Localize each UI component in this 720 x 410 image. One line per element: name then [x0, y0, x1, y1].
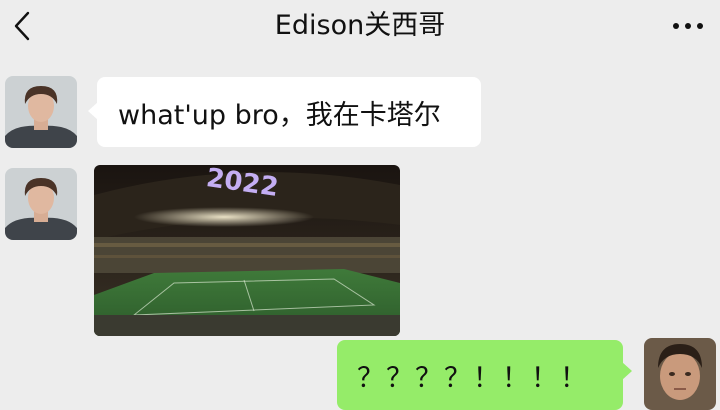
contact-avatar-image: [5, 168, 77, 240]
contact-avatar-image: [5, 76, 77, 148]
more-button[interactable]: [670, 12, 706, 40]
message-text: ？？？？！！！！: [357, 362, 589, 394]
bubble-tail: [88, 102, 98, 120]
chat-header: Edison关西哥: [0, 0, 720, 58]
chat-title: Edison关西哥: [274, 10, 446, 41]
contact-avatar[interactable]: [5, 76, 77, 148]
message-text: what'up bro，我在卡塔尔: [118, 99, 441, 131]
message-bubble-incoming[interactable]: what'up bro，我在卡塔尔: [88, 77, 481, 147]
contact-avatar[interactable]: [5, 168, 77, 240]
message-bubble-outgoing[interactable]: ？？？？！！！！: [337, 340, 632, 410]
bubble-tail: [622, 362, 632, 380]
stadium-photo: 2022: [94, 165, 400, 336]
my-avatar[interactable]: [644, 338, 716, 410]
my-avatar-image: [644, 338, 716, 410]
image-message[interactable]: 2022: [94, 165, 400, 336]
more-dots-icon: [673, 23, 703, 29]
